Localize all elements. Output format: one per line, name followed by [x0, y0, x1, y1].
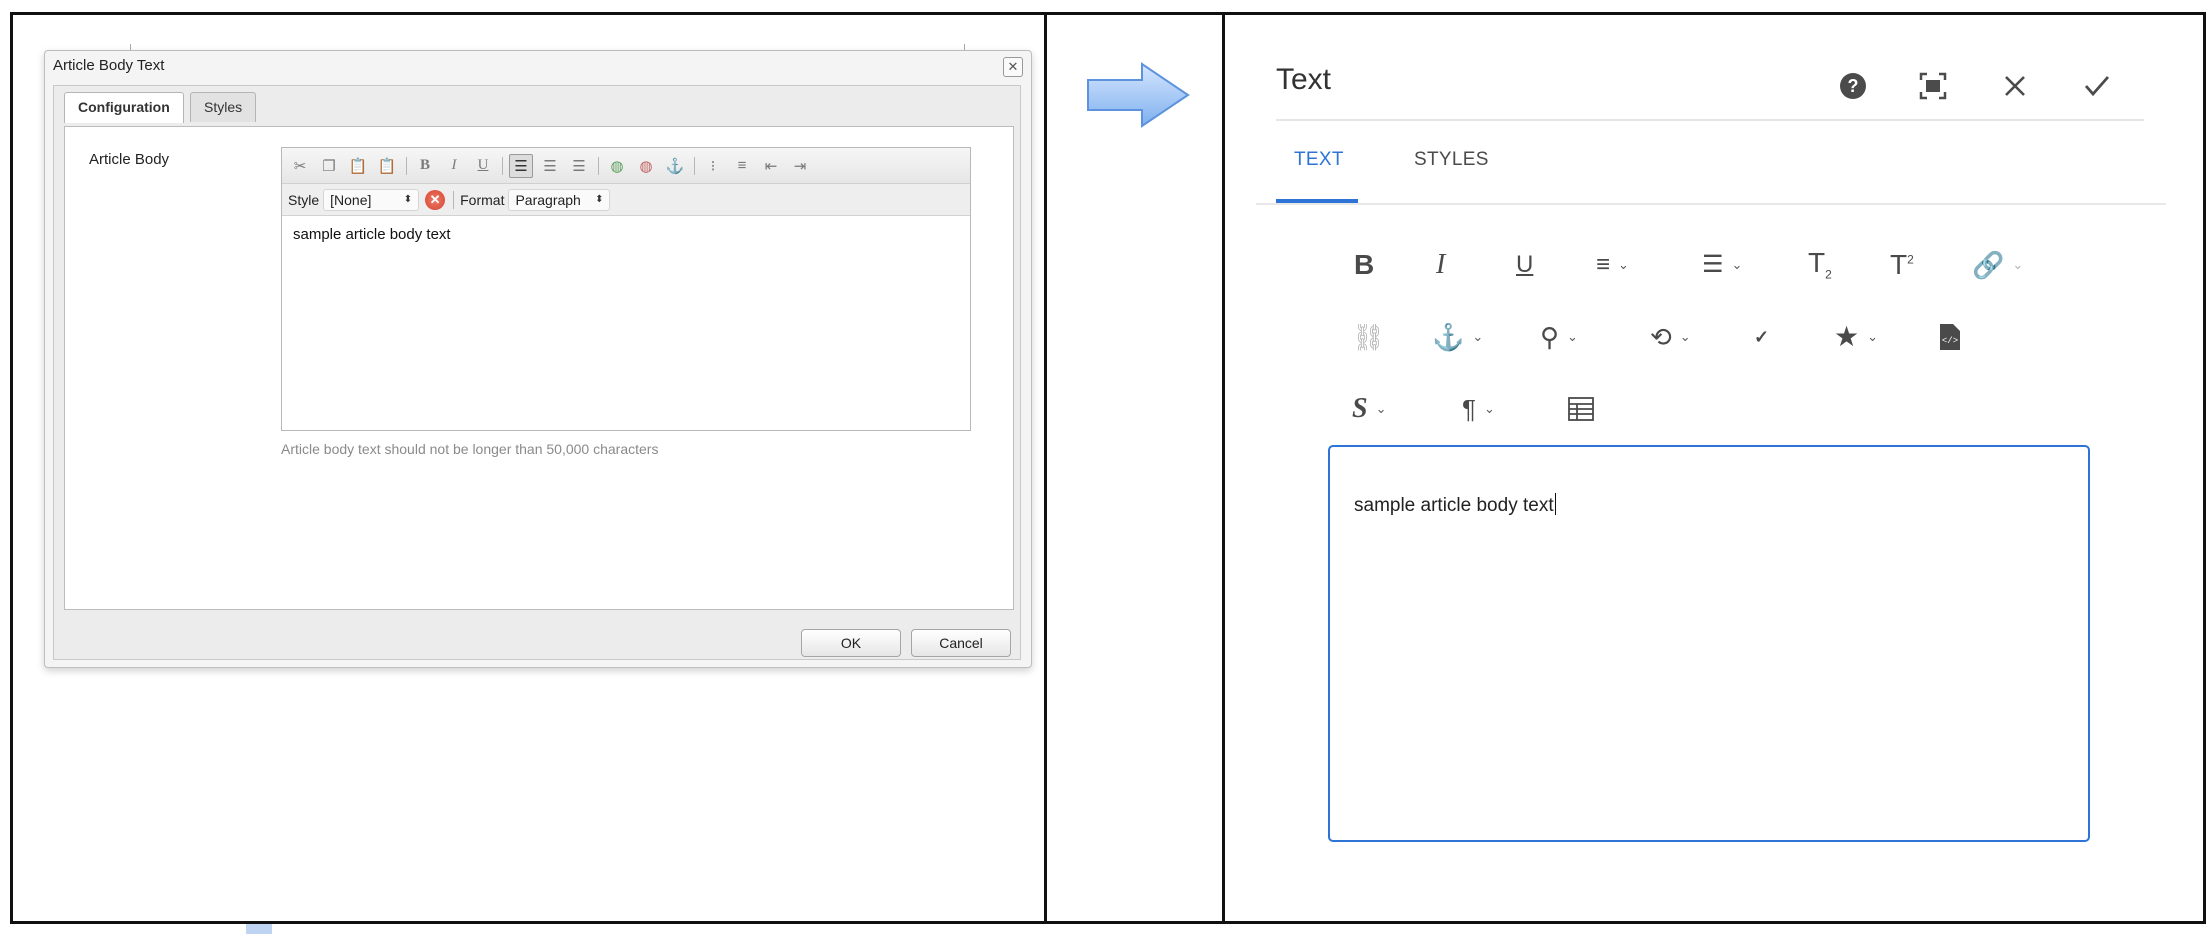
touch-dialog: Text ? TEXT STYLES B I U ≡ ⌄ ☰ ⌄ T2 T2 🔗 ⌄ … — [1226, 15, 2202, 920]
editor-content: sample article body text — [1354, 493, 1556, 517]
rich-text-editor: ✂ ❐ 📋 📋 B I U ☰ ☰ ☰ ◍ ◍ ⚓ ⁝ ≡ ⇤ ⇥ Style … — [281, 147, 971, 431]
bottom-highlight — [246, 924, 272, 934]
confirm-icon[interactable] — [2080, 69, 2114, 103]
remove-style-icon[interactable]: ✕ — [425, 189, 446, 210]
justify-icon[interactable]: ≡ ⌄ — [1596, 245, 1629, 285]
toolbar-separator — [406, 156, 407, 175]
text-caret — [1554, 493, 1556, 515]
tab-text[interactable]: TEXT — [1294, 149, 1344, 171]
style-label: Style — [288, 191, 320, 208]
align-left-icon[interactable]: ☰ — [509, 153, 533, 178]
close-icon[interactable] — [1998, 69, 2032, 103]
toolbar-separator — [694, 156, 695, 175]
panel-divider — [1044, 12, 1047, 924]
field-label: Article Body — [89, 151, 170, 168]
tab-configuration[interactable]: Configuration — [64, 92, 184, 123]
tab-styles[interactable]: STYLES — [1414, 149, 1489, 171]
toolbar-separator — [502, 156, 503, 175]
header-divider — [1276, 119, 2144, 121]
paste-icon[interactable]: 📋 — [346, 154, 370, 178]
paste-text-icon[interactable]: 📋 — [375, 154, 399, 178]
text-editor[interactable]: sample article body text — [1328, 445, 2090, 842]
ok-button[interactable]: OK — [801, 629, 901, 657]
classic-dialog: Article Body Text ✕ Configuration Styles… — [44, 50, 1032, 668]
bullet-list-icon[interactable]: ⁝ — [701, 154, 725, 178]
find-replace-icon[interactable]: ⟲ ⌄ — [1650, 317, 1691, 357]
special-characters-icon[interactable]: ★ ⌄ — [1834, 317, 1878, 357]
cancel-button[interactable]: Cancel — [911, 629, 1011, 657]
dialog-title: Article Body Text — [53, 57, 165, 74]
select-arrow-icon: ⬍ — [403, 193, 413, 205]
find-icon[interactable]: ⚲ ⌄ — [1540, 317, 1578, 357]
format-select[interactable]: Paragraph ⬍ — [508, 188, 611, 211]
underline-icon[interactable]: U — [471, 154, 495, 178]
styles-icon[interactable]: S ⌄ — [1352, 389, 1386, 429]
editor-content[interactable]: sample article body text — [282, 216, 970, 253]
transition-arrow-icon — [1087, 62, 1190, 128]
bold-icon[interactable]: B — [1354, 245, 1374, 285]
link-icon[interactable]: ◍ — [605, 154, 629, 178]
copy-icon[interactable]: ❐ — [317, 154, 341, 178]
toolbar-separator — [453, 190, 455, 209]
bold-icon[interactable]: B — [413, 154, 437, 178]
format-label: Format — [460, 191, 505, 208]
editor-text: sample article body text — [1354, 495, 1554, 516]
close-icon[interactable]: ✕ — [1003, 57, 1023, 77]
style-select-value: [None] — [330, 191, 372, 208]
lists-icon[interactable]: ☰ ⌄ — [1702, 245, 1742, 285]
dialog-tab-container: Configuration Styles Article Body ✂ ❐ 📋 … — [53, 85, 1021, 660]
format-select-value: Paragraph — [515, 191, 581, 208]
table-icon[interactable] — [1568, 389, 1594, 429]
subscript-icon[interactable]: T2 — [1808, 245, 1832, 285]
active-tab-indicator — [1276, 199, 1358, 203]
source-edit-icon[interactable]: </> — [1940, 317, 1960, 357]
rte-toolbar: ✂ ❐ 📋 📋 B I U ☰ ☰ ☰ ◍ ◍ ⚓ ⁝ ≡ ⇤ ⇥ — [282, 148, 970, 184]
numbered-list-icon[interactable]: ≡ — [730, 154, 754, 178]
italic-icon[interactable]: I — [1436, 245, 1445, 285]
select-arrow-icon: ⬍ — [595, 193, 604, 205]
help-icon[interactable]: ? — [1836, 69, 1870, 103]
rte-style-toolbar: Style [None] ⬍ ✕ Format Paragraph ⬍ — [282, 184, 970, 216]
tab-divider — [1256, 203, 2166, 205]
indent-icon[interactable]: ⇥ — [788, 154, 812, 178]
svg-text:?: ? — [1848, 76, 1859, 96]
paragraph-format-icon[interactable]: ¶ ⌄ — [1462, 389, 1495, 429]
panel-divider — [1222, 12, 1225, 924]
italic-icon[interactable]: I — [442, 154, 466, 178]
unlink-icon[interactable]: ◍ — [634, 154, 658, 178]
style-select[interactable]: [None] ⬍ — [323, 188, 420, 211]
underline-icon[interactable]: U — [1516, 245, 1533, 285]
fullscreen-icon[interactable] — [1916, 69, 1950, 103]
unlink-icon[interactable]: ⛓ — [1352, 317, 1385, 357]
anchor-icon[interactable]: ⚓ — [663, 154, 687, 178]
tab-styles[interactable]: Styles — [190, 92, 257, 122]
anchor-icon[interactable]: ⚓ ⌄ — [1432, 317, 1483, 357]
align-right-icon[interactable]: ☰ — [567, 154, 591, 178]
spellcheck-icon[interactable]: ✓ — [1754, 317, 1769, 357]
align-center-icon[interactable]: ☰ — [538, 154, 562, 178]
configuration-panel: Article Body ✂ ❐ 📋 📋 B I U ☰ ☰ ☰ ◍ ◍ ⚓ ⁝… — [64, 126, 1014, 610]
cut-icon[interactable]: ✂ — [288, 154, 312, 178]
link-icon[interactable]: 🔗 ⌄ — [1972, 245, 2023, 285]
superscript-icon[interactable]: T2 — [1890, 245, 1914, 285]
toolbar-separator — [598, 156, 599, 175]
field-help-text: Article body text should not be longer t… — [281, 441, 659, 457]
svg-text:</>: </> — [1942, 336, 1958, 346]
outdent-icon[interactable]: ⇤ — [759, 154, 783, 178]
dialog-title: Text — [1276, 63, 1332, 96]
